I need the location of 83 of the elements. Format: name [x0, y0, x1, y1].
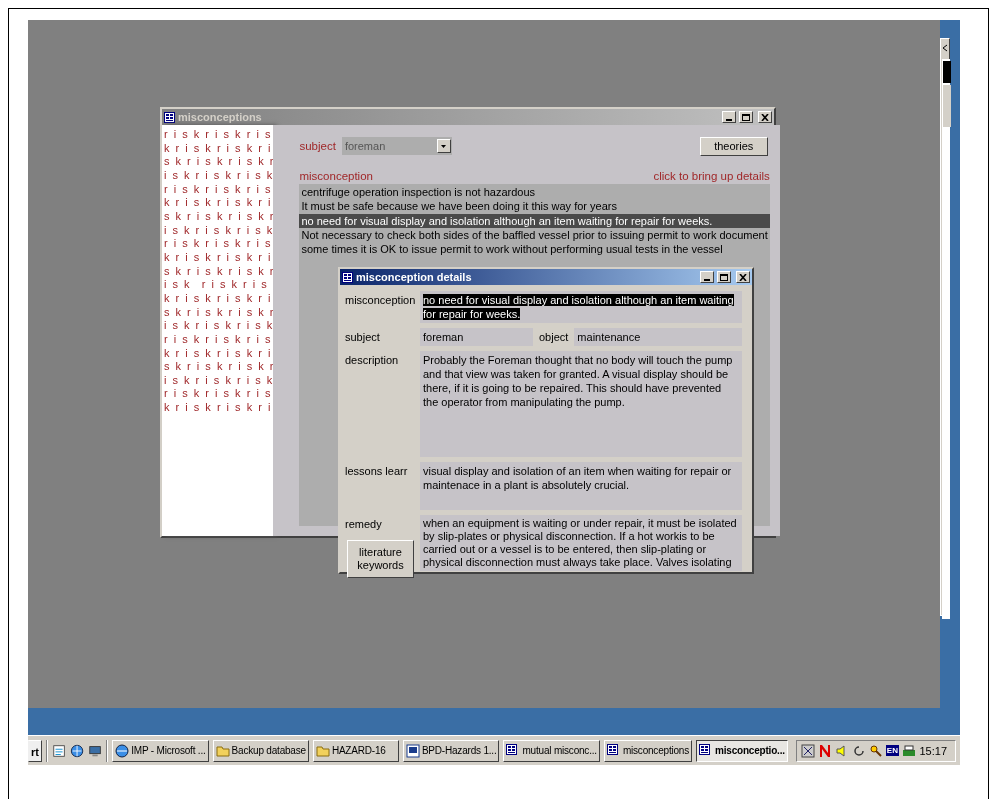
language-indicator[interactable]: EN — [885, 745, 899, 756]
pattern-text: k r i s k r i s k r i — [164, 250, 272, 265]
literature-keywords-button[interactable]: literature keywords — [347, 540, 414, 578]
pattern-text: k r i s k r i s k r i — [164, 401, 272, 415]
pattern-text: r i s k r i s k r i s — [164, 237, 272, 251]
notepad-icon — [51, 742, 67, 759]
scrollbar[interactable] — [942, 59, 950, 619]
window-title: misconception details — [356, 271, 473, 283]
pattern-text: s k r i s k r i s k r — [164, 305, 274, 320]
maximize-icon — [720, 273, 728, 281]
pattern-text: r i s k r i s k r i s — [164, 128, 272, 142]
pattern-text: s k r i s k r i s k r — [164, 155, 274, 169]
list-item[interactable]: no need for visual display and isolation although an item waiting for repair for weeks. — [299, 213, 770, 228]
close-button[interactable] — [736, 271, 750, 283]
maximize-button[interactable] — [717, 271, 731, 283]
pattern-text: s k r i s k r i s k r — [164, 360, 274, 374]
pattern-text: i s k r i s k r i s — [164, 278, 268, 292]
field-label: remedy — [345, 517, 383, 530]
pattern-text: r i s k r i s k r i s — [164, 332, 272, 347]
folder-icon — [215, 743, 230, 758]
pattern-text: k r i s k r i s k r i — [164, 291, 272, 306]
list-item[interactable]: Not necessary to check both sides of the baffled vessel prior to issuing permit to work document — [299, 227, 770, 243]
pattern-text: i s k r i s k r i s k — [164, 319, 274, 333]
text-field[interactable]: no need for visual display and isolation although an item waiting for repair for weeks. — [420, 291, 742, 323]
window-title: misconceptions — [178, 111, 263, 123]
field-label: subject — [345, 330, 381, 343]
minimize-button[interactable] — [722, 111, 736, 123]
letter-icon — [817, 743, 832, 758]
refresh-icon — [851, 743, 866, 758]
document-icon — [405, 743, 420, 758]
scroll-thumb[interactable] — [943, 61, 951, 83]
printer-icon — [901, 743, 916, 758]
globe-icon — [70, 742, 85, 759]
text-field[interactable]: maintenance — [574, 328, 742, 346]
dropdown-button[interactable] — [436, 139, 451, 153]
field-label: object — [539, 330, 569, 345]
field-label: lessons learr — [345, 464, 409, 477]
field-label: subject — [299, 140, 336, 152]
close-button[interactable] — [758, 111, 772, 123]
taskbar-button[interactable]: misconceptio... — [696, 739, 788, 762]
text-field[interactable]: visual display and isolation of an item when waiting for repair or maintenace in a plant is absolutely crucial. — [420, 462, 742, 510]
pattern-text: s k r i s k r i s k r — [164, 209, 274, 224]
minimize-button[interactable] — [700, 271, 714, 283]
taskbar-button[interactable]: Backup database — [212, 739, 309, 762]
browser-icon — [115, 743, 130, 758]
network-icon — [800, 743, 815, 758]
taskbar-button[interactable]: HAZARD-16 — [312, 739, 399, 762]
start-button[interactable]: rt — [28, 739, 42, 762]
pattern-text: i s k r i s k r i s k — [164, 223, 274, 238]
maximize-icon — [742, 113, 750, 121]
pattern-text: i s k r i s k r i s k — [164, 168, 274, 183]
taskbar-button[interactable]: mutual misconc... — [503, 739, 600, 762]
text-field[interactable]: Probably the Foreman thought that no body will touch the pump and that view was taken for granted. A visual display should be there, if it is going to be repaired. This should have prevented the operator from manipulating the pump. — [420, 351, 742, 457]
taskbar-button[interactable]: misconceptions — [603, 739, 692, 762]
pattern-text: r i s k r i s k r i s — [164, 387, 272, 402]
pattern-text: i s k r i s k r i s k — [164, 373, 274, 388]
maximize-button[interactable] — [739, 111, 753, 123]
list-item[interactable]: centrifuge operation inspection is not hazardous — [299, 185, 770, 200]
pattern-text: r i s k r i s k r i s — [164, 182, 272, 197]
pattern-text: s k r i s k r i s k r — [164, 264, 274, 279]
field-label: description — [345, 353, 400, 366]
pattern-text: k r i s k r i s k r i — [164, 346, 272, 361]
taskbar-button[interactable]: IMP - Microsoft ... — [112, 739, 209, 762]
clock-text: 15:17 — [919, 744, 947, 757]
pattern-text: k r i s k r i s k r i — [164, 196, 272, 210]
caret-icon — [441, 144, 447, 148]
theories-button[interactable]: theories — [699, 136, 768, 156]
taskbar-button[interactable]: BPD-Hazards 1... — [402, 739, 500, 762]
text-field[interactable]: foreman — [420, 328, 533, 346]
form-icon — [699, 743, 713, 758]
form-icon — [342, 271, 353, 283]
key-icon — [868, 743, 883, 758]
list-label: misconception — [299, 170, 373, 182]
list-item[interactable]: It must be safe because we have been doing it this way for years — [299, 199, 770, 214]
field-label: misconception — [345, 293, 417, 306]
list-item[interactable]: some times it is OK to issue permit to work without performing usual tests in the vessel — [299, 242, 770, 257]
hint-text: click to bring up details — [653, 170, 770, 182]
form-icon — [606, 743, 621, 758]
form-icon — [164, 111, 175, 123]
text-field[interactable]: when an equipment is waiting or under repair, it must be isolated by slip-plates or physical disconnection. If a hot workis to be carried out or a vessel is to be entered, then slip-plating or physical disconnection must always take place. Valves isolating — [420, 515, 742, 571]
folder-icon — [315, 743, 330, 758]
pattern-text: k r i s k r i s k r i — [164, 141, 272, 156]
dropdown-value: foreman — [344, 140, 386, 152]
